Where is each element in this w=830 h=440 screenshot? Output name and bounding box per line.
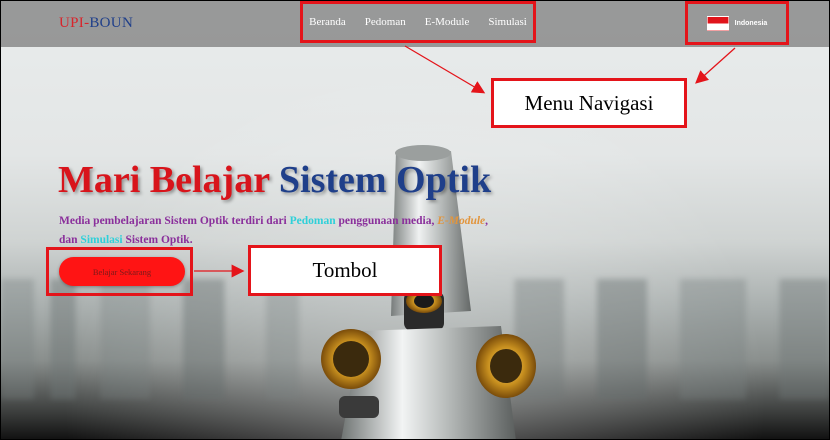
hero-section: UPI-BOUN Beranda Pedoman E-Module Simula… (0, 0, 830, 440)
brand-logo-part2: BOUN (89, 15, 134, 31)
hero-title-part2: Sistem Optik (278, 159, 492, 201)
desc-text-1: Media pembelajaran Sistem Optik terdiri … (59, 215, 287, 227)
language-label: Indonesia (734, 19, 768, 27)
link-simulasi[interactable]: Simulasi (80, 234, 122, 246)
hero-title: Mari Belajar Sistem Optik (58, 158, 491, 202)
callout-tombol: Tombol (248, 245, 442, 296)
belajar-sekarang-button[interactable]: Belajar Sekarang (59, 257, 185, 286)
arrow-to-nav-menu (404, 45, 486, 94)
desc-text-4: dan (59, 234, 78, 246)
callout-menu-navigasi: Menu Navigasi (491, 78, 687, 128)
top-navbar: UPI-BOUN Beranda Pedoman E-Module Simula… (1, 1, 829, 47)
desc-text-3: , (485, 215, 489, 227)
indonesia-flag-icon (706, 15, 729, 31)
nav-item-beranda[interactable]: Beranda (309, 16, 346, 28)
link-e-module[interactable]: E-Module (437, 215, 485, 227)
brand-logo-part1: UPI- (59, 15, 90, 31)
desc-text-2: penggunaan media, (338, 215, 435, 227)
language-selector[interactable]: Indonesia (685, 1, 789, 45)
link-pedoman[interactable]: Pedoman (290, 215, 336, 227)
brand-logo[interactable]: UPI-BOUN (59, 15, 133, 32)
arrow-to-language (695, 47, 736, 84)
nav-item-simulasi[interactable]: Simulasi (488, 16, 527, 28)
navigation-menu: Beranda Pedoman E-Module Simulasi (300, 1, 536, 43)
nav-item-e-module[interactable]: E-Module (425, 16, 470, 28)
hero-title-part1: Mari Belajar (58, 159, 270, 201)
nav-item-pedoman[interactable]: Pedoman (365, 16, 406, 28)
desc-text-5: Sistem Optik. (125, 234, 193, 246)
